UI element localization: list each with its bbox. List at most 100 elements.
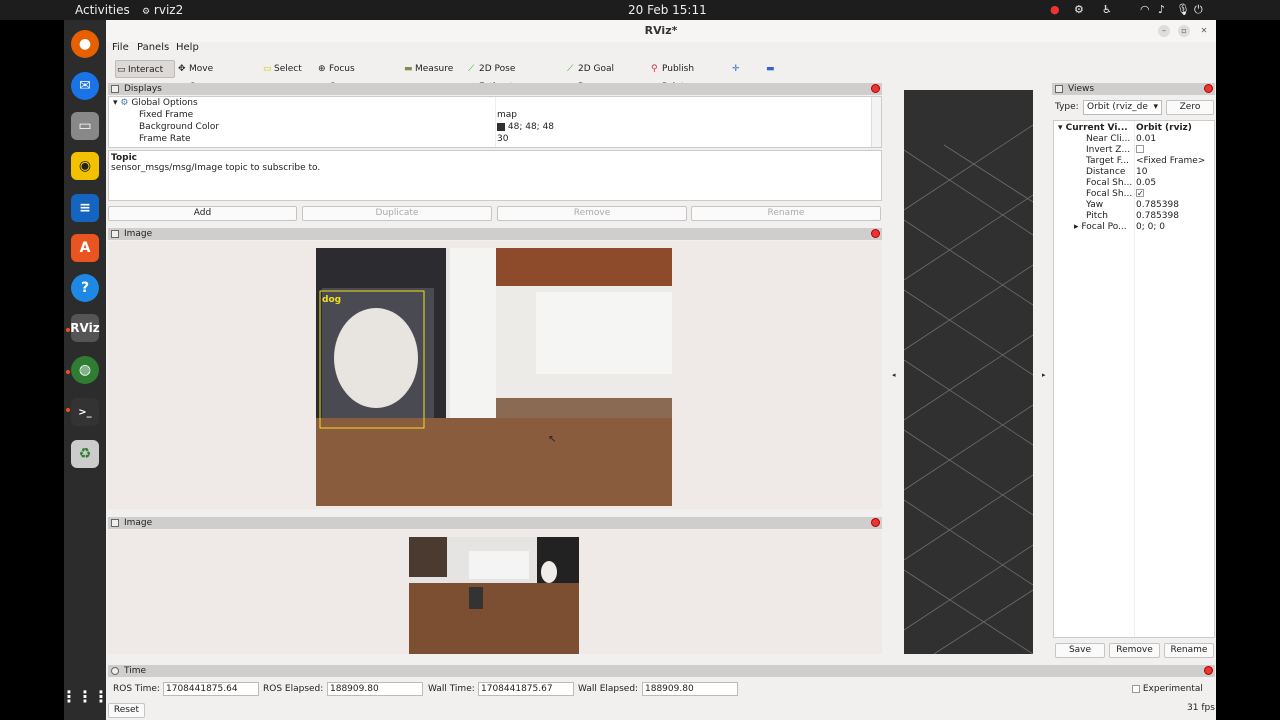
mouse-cursor-icon: ↖ [548, 434, 557, 445]
pose-estimate-tool[interactable]: ⟋2D Pose Estimate [467, 60, 551, 92]
close-panel-icon[interactable] [1204, 666, 1213, 675]
close-window-button[interactable]: ✕ [1198, 25, 1210, 37]
record-icon[interactable]: ● [1050, 3, 1060, 16]
remove-display-button[interactable]: Remove [497, 206, 687, 221]
topic-description: Topic sensor_msgs/msg/Image topic to sub… [108, 150, 882, 201]
rename-view-button[interactable]: Rename [1164, 643, 1214, 658]
panel-icon [111, 230, 119, 238]
near-clip-value[interactable]: 0.01 [1136, 134, 1156, 145]
measure-label: Measure [415, 64, 454, 74]
software-icon[interactable]: A [71, 234, 99, 262]
add-button[interactable]: Add [108, 206, 297, 221]
frame-rate-value[interactable]: 30 [497, 133, 508, 145]
duplicate-button[interactable]: Duplicate [302, 206, 492, 221]
running-indicator [66, 328, 70, 332]
pin-icon: ⚲ [651, 64, 658, 74]
background-color-value[interactable]: 48; 48; 48 [497, 121, 554, 133]
chevron-down-icon[interactable]: ▾ [1058, 123, 1063, 133]
collapse-left-icon[interactable]: ◂ [892, 371, 896, 379]
yaw-value[interactable]: 0.785398 [1136, 200, 1179, 211]
rename-display-button[interactable]: Rename [691, 206, 881, 221]
invert-z-name: Invert Z... [1086, 145, 1131, 155]
invert-z-checkbox[interactable] [1136, 145, 1144, 156]
clock-icon [111, 667, 119, 675]
rviz-dock-icon[interactable]: RViz [70, 314, 100, 342]
rhythmbox-icon[interactable]: ◉ [71, 152, 99, 180]
views-title: Views [1068, 84, 1095, 94]
collapse-right-icon[interactable]: ▸ [1042, 371, 1046, 379]
system-tray[interactable]: ● ⚙ ♿ ◠ ♪ 🎙 ⏻ [1040, 3, 1280, 17]
focal-point-value[interactable]: 0; 0; 0 [1136, 222, 1165, 233]
view-type-select[interactable]: Orbit (rviz_de ▾ [1083, 100, 1162, 115]
remove-tool-button[interactable]: ▬ [764, 60, 780, 78]
distance-value[interactable]: 10 [1136, 167, 1147, 178]
power-icon[interactable]: ⏻ [1194, 3, 1203, 17]
experimental-checkbox[interactable]: Experimental [1132, 682, 1203, 696]
close-panel-icon[interactable] [871, 84, 880, 93]
measure-tool[interactable]: ▬ Measure [403, 60, 453, 78]
select-tool[interactable]: ▭ Select [262, 60, 307, 78]
reset-button[interactable]: Reset [108, 703, 145, 718]
close-panel-icon[interactable] [871, 518, 880, 527]
zero-button[interactable]: Zero [1166, 100, 1214, 115]
menu-panels[interactable]: Panels [137, 42, 169, 53]
global-options-row[interactable]: ▾ ⚙ Global Options [113, 97, 493, 109]
background-color-name: Background Color [139, 122, 220, 132]
current-view-name: Current Vi... [1065, 123, 1128, 133]
camera-image-detection: dog [316, 248, 672, 506]
wall-time-field[interactable]: 1708441875.67 [478, 682, 574, 696]
focus-camera-tool[interactable]: ⊕Focus Camera [317, 60, 389, 92]
minimize-button[interactable]: – [1158, 25, 1170, 37]
3d-render-view[interactable] [904, 90, 1033, 654]
add-tool-button[interactable]: ✛ [730, 60, 742, 78]
move-camera-tool[interactable]: ✥Move Camera [177, 60, 247, 92]
trash-icon[interactable]: ♻ [71, 440, 99, 468]
menu-help[interactable]: Help [176, 42, 199, 53]
displays-scrollbar[interactable] [871, 97, 881, 147]
close-panel-icon[interactable] [1204, 84, 1213, 93]
volume-icon[interactable]: ♪ [1158, 3, 1165, 16]
menu-file[interactable]: File [112, 42, 129, 53]
current-view-row[interactable]: ▾ Current Vi... [1058, 123, 1128, 134]
microphone-icon[interactable]: 🎙 [1176, 3, 1190, 16]
ros-elapsed-field[interactable]: 188909.80 [327, 682, 423, 696]
terminal-icon[interactable]: >_ [71, 398, 99, 426]
goal-pose-tool[interactable]: ⟋2D Goal Pose [566, 60, 634, 92]
ros-time-field[interactable]: 1708441875.64 [163, 682, 259, 696]
accessibility-icon[interactable]: ♿ [1102, 3, 1112, 16]
writer-icon[interactable]: ≡ [71, 194, 99, 222]
target-frame-value[interactable]: <Fixed Frame> [1136, 156, 1205, 167]
help-icon[interactable]: ? [71, 274, 99, 302]
pitch-name: Pitch [1086, 211, 1108, 221]
globe-icon[interactable]: ◍ [71, 356, 99, 384]
displays-tree[interactable]: ▾ ⚙ Global Options Fixed Frame map Backg… [108, 96, 882, 148]
chevron-right-icon[interactable]: ▸ [1074, 222, 1079, 232]
rviz-tray-icon[interactable]: ⚙ [1074, 3, 1084, 16]
thunderbird-icon[interactable]: ✉ [71, 72, 99, 100]
interact-tool[interactable]: ▭ Interact [115, 60, 175, 78]
close-panel-icon[interactable] [871, 229, 880, 238]
firefox-icon[interactable]: ● [71, 30, 99, 58]
fixed-frame-value[interactable]: map [497, 109, 517, 121]
time-title: Time [124, 666, 147, 676]
interact-label: Interact [128, 65, 164, 75]
activities-button[interactable]: Activities [75, 3, 130, 17]
views-tree[interactable]: ▾ Current Vi... Orbit (rviz) Near Cli...… [1053, 120, 1215, 638]
save-view-button[interactable]: Save [1055, 643, 1105, 658]
maximize-button[interactable]: ▫ [1178, 25, 1190, 37]
publish-point-tool[interactable]: ⚲Publish Point [650, 60, 714, 92]
chevron-down-icon[interactable]: ▾ [113, 98, 118, 108]
wall-elapsed-field[interactable]: 188909.80 [642, 682, 738, 696]
app-name: rviz2 [153, 3, 184, 17]
focal-point-row[interactable]: ▸ Focal Po... [1074, 222, 1127, 233]
wifi-icon[interactable]: ◠ [1140, 3, 1150, 16]
show-apps-icon[interactable]: ⋮⋮⋮ [61, 682, 109, 710]
focal-shape-fixed-checkbox[interactable]: ✓ [1136, 189, 1144, 200]
files-icon[interactable]: ▭ [71, 112, 99, 140]
displays-title: Displays [124, 84, 162, 94]
focal-shape-size-value[interactable]: 0.05 [1136, 178, 1156, 189]
pitch-value[interactable]: 0.785398 [1136, 211, 1179, 222]
clock[interactable]: 20 Feb 15:11 [628, 3, 707, 17]
remove-view-button[interactable]: Remove [1109, 643, 1160, 658]
app-menu[interactable]: ⚙ rviz2 [142, 3, 183, 17]
